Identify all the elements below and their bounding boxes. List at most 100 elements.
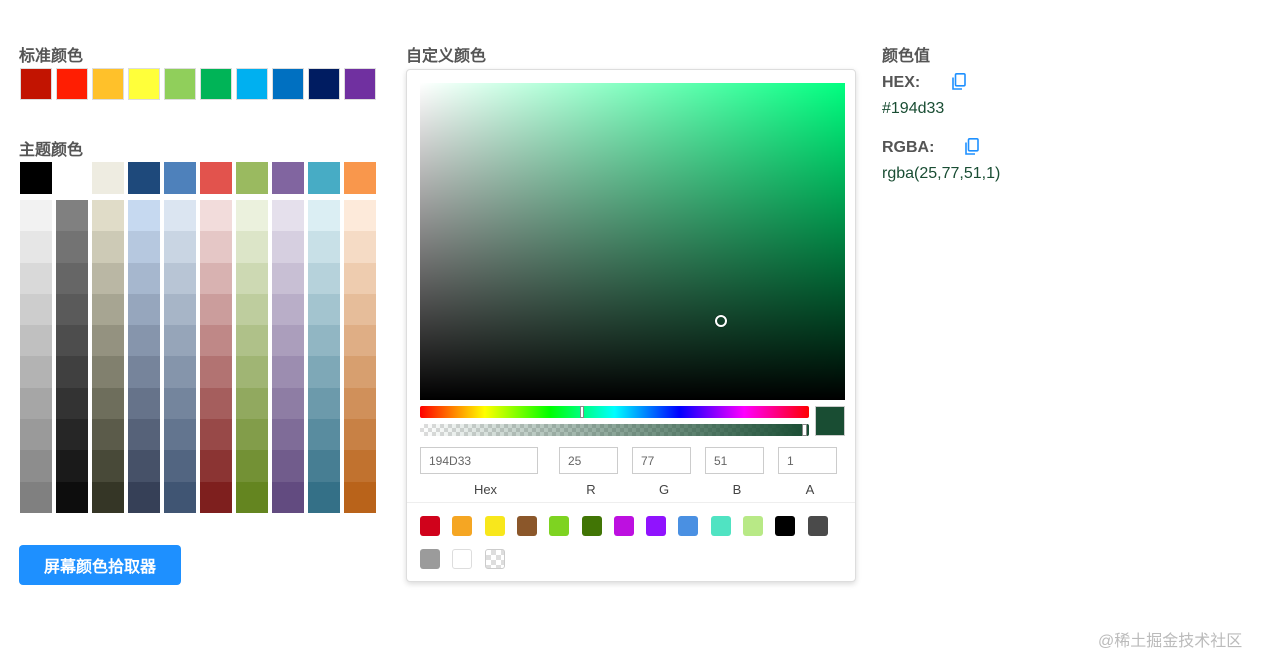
theme-shade-swatch[interactable] [344, 356, 376, 388]
standard-color-swatch[interactable] [92, 68, 124, 100]
red-input[interactable] [559, 447, 618, 474]
theme-shade-swatch[interactable] [20, 325, 52, 357]
theme-shade-swatch[interactable] [128, 293, 160, 326]
theme-color-swatch[interactable] [200, 162, 232, 194]
alpha-input[interactable] [778, 447, 837, 474]
theme-shade-swatch[interactable] [56, 450, 88, 482]
theme-shade-swatch[interactable] [344, 293, 376, 326]
theme-shade-swatch[interactable] [308, 450, 340, 482]
preset-color-swatch[interactable] [549, 516, 570, 536]
theme-shade-swatch[interactable] [272, 325, 304, 357]
theme-shade-swatch[interactable] [92, 387, 124, 420]
theme-shade-swatch[interactable] [92, 325, 124, 357]
theme-shade-swatch[interactable] [236, 325, 268, 357]
preset-color-swatch[interactable] [581, 516, 602, 536]
theme-shade-swatch[interactable] [344, 200, 376, 232]
theme-shade-swatch[interactable] [272, 419, 304, 451]
theme-shade-swatch[interactable] [236, 450, 268, 482]
theme-color-swatch[interactable] [236, 162, 268, 194]
theme-shade-swatch[interactable] [128, 450, 160, 482]
theme-shade-swatch[interactable] [308, 387, 340, 420]
preset-color-swatch[interactable] [710, 516, 731, 536]
saturation-cursor[interactable] [715, 315, 727, 327]
theme-shade-swatch[interactable] [272, 387, 304, 420]
preset-color-swatch[interactable] [807, 516, 828, 536]
theme-shade-swatch[interactable] [308, 325, 340, 357]
theme-shade-swatch[interactable] [344, 262, 376, 294]
green-input[interactable] [632, 447, 691, 474]
standard-color-swatch[interactable] [236, 68, 268, 100]
theme-shade-swatch[interactable] [200, 387, 232, 420]
standard-color-swatch[interactable] [272, 68, 304, 100]
theme-shade-swatch[interactable] [344, 419, 376, 451]
theme-shade-swatch[interactable] [20, 200, 52, 232]
hex-input[interactable] [420, 447, 538, 474]
theme-shade-swatch[interactable] [128, 231, 160, 263]
theme-color-swatch[interactable] [308, 162, 340, 194]
theme-shade-swatch[interactable] [200, 356, 232, 388]
theme-shade-swatch[interactable] [236, 387, 268, 420]
theme-shade-swatch[interactable] [200, 325, 232, 357]
theme-color-swatch[interactable] [344, 162, 376, 194]
theme-shade-swatch[interactable] [308, 419, 340, 451]
standard-color-swatch[interactable] [164, 68, 196, 100]
theme-shade-swatch[interactable] [272, 450, 304, 482]
theme-shade-swatch[interactable] [344, 387, 376, 420]
theme-color-swatch[interactable] [92, 162, 124, 194]
theme-shade-swatch[interactable] [236, 231, 268, 263]
copy-hex-icon[interactable] [951, 73, 967, 91]
standard-color-swatch[interactable] [200, 68, 232, 100]
theme-shade-swatch[interactable] [200, 262, 232, 294]
theme-shade-swatch[interactable] [128, 419, 160, 451]
theme-shade-swatch[interactable] [344, 325, 376, 357]
theme-shade-swatch[interactable] [236, 293, 268, 326]
copy-rgba-icon[interactable] [964, 138, 980, 156]
theme-color-swatch[interactable] [56, 162, 88, 194]
standard-color-swatch[interactable] [128, 68, 160, 100]
theme-shade-swatch[interactable] [128, 356, 160, 388]
theme-shade-swatch[interactable] [56, 387, 88, 420]
theme-shade-swatch[interactable] [56, 325, 88, 357]
theme-color-swatch[interactable] [128, 162, 160, 194]
theme-shade-swatch[interactable] [200, 450, 232, 482]
theme-shade-swatch[interactable] [236, 356, 268, 388]
theme-shade-swatch[interactable] [20, 262, 52, 294]
theme-shade-swatch[interactable] [272, 231, 304, 263]
theme-shade-swatch[interactable] [164, 387, 196, 420]
alpha-slider-handle[interactable] [802, 424, 807, 436]
theme-shade-swatch[interactable] [272, 262, 304, 294]
theme-shade-swatch[interactable] [128, 325, 160, 357]
preset-color-swatch[interactable] [678, 516, 699, 536]
preset-color-swatch[interactable] [420, 549, 440, 569]
theme-shade-swatch[interactable] [344, 450, 376, 482]
theme-shade-swatch[interactable] [200, 419, 232, 451]
theme-shade-swatch[interactable] [236, 419, 268, 451]
preset-color-swatch[interactable] [775, 516, 796, 536]
theme-shade-swatch[interactable] [272, 200, 304, 232]
theme-shade-swatch[interactable] [272, 356, 304, 388]
theme-color-swatch[interactable] [20, 162, 52, 194]
theme-shade-swatch[interactable] [92, 356, 124, 388]
theme-shade-swatch[interactable] [56, 481, 88, 513]
theme-shade-swatch[interactable] [92, 262, 124, 294]
hue-slider-handle[interactable] [580, 406, 584, 418]
theme-shade-swatch[interactable] [200, 200, 232, 232]
standard-color-swatch[interactable] [308, 68, 340, 100]
preset-color-swatch[interactable] [420, 516, 440, 536]
theme-shade-swatch[interactable] [344, 481, 376, 513]
standard-color-swatch[interactable] [20, 68, 52, 100]
preset-color-swatch[interactable] [452, 549, 473, 569]
theme-shade-swatch[interactable] [20, 231, 52, 263]
theme-shade-swatch[interactable] [272, 481, 304, 513]
theme-shade-swatch[interactable] [20, 387, 52, 420]
hue-slider[interactable] [420, 406, 809, 418]
theme-shade-swatch[interactable] [128, 262, 160, 294]
theme-shade-swatch[interactable] [20, 419, 52, 451]
preset-color-swatch[interactable] [516, 516, 537, 536]
theme-shade-swatch[interactable] [308, 262, 340, 294]
theme-shade-swatch[interactable] [128, 481, 160, 513]
theme-shade-swatch[interactable] [92, 231, 124, 263]
theme-shade-swatch[interactable] [236, 481, 268, 513]
theme-shade-swatch[interactable] [164, 419, 196, 451]
theme-shade-swatch[interactable] [20, 481, 52, 513]
